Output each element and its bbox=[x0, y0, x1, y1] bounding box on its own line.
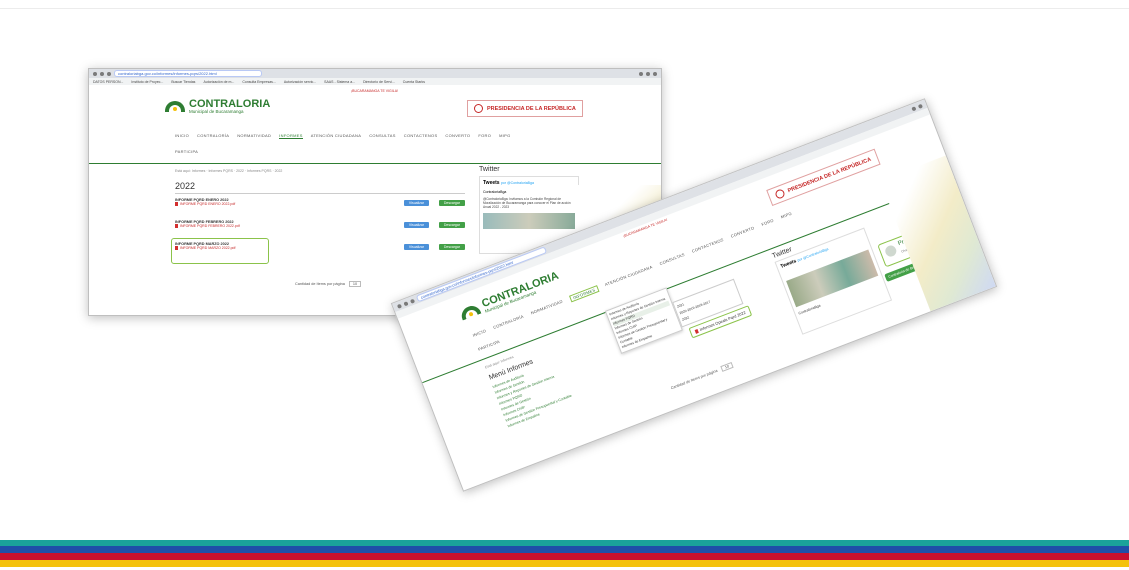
pager-select[interactable]: 10 bbox=[720, 361, 734, 372]
list-item: INFORME PQRD FEBRERO 2022 INFORME PQRD F… bbox=[175, 220, 465, 238]
pager-label: Cantidad de Items por página bbox=[670, 368, 719, 391]
twitter-title: Twitter bbox=[479, 166, 500, 173]
presidencia-banner[interactable]: PRESIDENCIA DE LA REPÚBLICA bbox=[467, 100, 583, 117]
nav-participa[interactable]: PARTICIPA bbox=[477, 339, 500, 352]
pager-select[interactable]: 10 bbox=[348, 281, 362, 287]
bookmark[interactable]: SAAS - Sistema a... bbox=[324, 80, 355, 84]
nav-contraloria[interactable]: CONTRALORÍA bbox=[197, 133, 229, 139]
tweets-label: Tweets bbox=[779, 258, 798, 270]
address-bar[interactable]: contraloriabga.gov.co/informes/informes-… bbox=[114, 70, 262, 77]
reload-icon[interactable] bbox=[409, 298, 415, 304]
nav-mipg[interactable]: MIPG bbox=[499, 133, 510, 139]
main-nav: INICIO CONTRALORÍA NORMATIVIDAD INFORMES… bbox=[175, 133, 661, 139]
top-separator bbox=[0, 8, 1129, 9]
bookmark[interactable]: Autorización de m... bbox=[203, 80, 234, 84]
logo-arc-icon bbox=[165, 101, 185, 112]
tweets-by-link[interactable]: por @ContraloriaBga bbox=[501, 181, 534, 185]
presidencia-seal-icon bbox=[474, 104, 483, 113]
pdf-icon bbox=[175, 202, 178, 207]
tweets-label: Tweets bbox=[483, 180, 500, 186]
stripe-yellow bbox=[0, 560, 1129, 567]
flag-stripes bbox=[0, 540, 1129, 567]
breadcrumb: Está aquí: Informes · Informes PQRS · 20… bbox=[175, 169, 283, 173]
stripe-blue bbox=[0, 546, 1129, 553]
extensions-icon[interactable] bbox=[639, 71, 643, 76]
logo-title: CONTRALORIA bbox=[189, 98, 271, 110]
site-header: CONTRALORIA Municipal de Bucaramanga ¡BU… bbox=[89, 85, 661, 133]
download-button[interactable]: Descargar bbox=[438, 222, 465, 228]
bookmark[interactable]: Directorio de Servi... bbox=[363, 80, 395, 84]
browser-menu-icon[interactable] bbox=[653, 71, 657, 76]
report-file-link[interactable]: INFORME PQRD FEBRERO 2022.pdf bbox=[180, 224, 240, 228]
list-item: INFORME PQRD ENERO 2022 INFORME PQRD ENE… bbox=[175, 198, 465, 216]
bookmark[interactable]: Buscar Tiendas bbox=[171, 80, 195, 84]
nav-contactenos[interactable]: CONTACTENOS bbox=[404, 133, 438, 139]
bookmark[interactable]: Cuenta Starks bbox=[403, 80, 425, 84]
twitter-widget: Twitter Tweets por @ContraloriaBga Contr… bbox=[771, 219, 893, 335]
presidencia-seal-icon bbox=[774, 188, 786, 200]
extensions-icon[interactable] bbox=[911, 105, 917, 111]
reload-icon[interactable] bbox=[107, 71, 111, 76]
forward-icon[interactable] bbox=[403, 300, 409, 306]
nav-participa[interactable]: PARTICIPA bbox=[175, 149, 198, 154]
profile-icon[interactable] bbox=[646, 71, 650, 76]
pager-label: Cantidad de Items por página bbox=[295, 282, 345, 286]
bookmarks-bar: DATOS PERSON... Instituto de Proyec... B… bbox=[89, 78, 661, 85]
view-button[interactable]: Visualizar bbox=[403, 200, 429, 206]
year-divider bbox=[175, 193, 465, 194]
bookmark[interactable]: Instituto de Proyec... bbox=[131, 80, 163, 84]
tweet-image[interactable] bbox=[483, 213, 575, 229]
pager: Cantidad de Items por página 10 bbox=[670, 361, 734, 391]
agent-avatar bbox=[883, 243, 898, 259]
download-button[interactable]: Descargar bbox=[438, 244, 465, 250]
nav-atencion[interactable]: ATENCIÓN CIUDADANA bbox=[311, 133, 361, 139]
nav-normatividad[interactable]: NORMATIVIDAD bbox=[237, 133, 271, 139]
nav-inicio[interactable]: INICIO bbox=[175, 133, 189, 139]
browser-toolbar: contraloriabga.gov.co/informes/informes-… bbox=[89, 69, 661, 78]
contraloria-logo[interactable]: CONTRALORIA Municipal de Bucaramanga bbox=[165, 99, 270, 114]
stripe-red bbox=[0, 553, 1129, 560]
vigila-banner: ¡BUCARAMANGA TE VIGILA! bbox=[351, 89, 399, 93]
browser-menu-icon[interactable] bbox=[917, 103, 923, 109]
bookmark[interactable]: DATOS PERSON... bbox=[93, 80, 123, 84]
download-button[interactable]: Descargar bbox=[438, 200, 465, 206]
tweet-handle[interactable]: ContraloriaBga bbox=[483, 190, 575, 194]
logo-arc-icon bbox=[458, 303, 482, 321]
nav-foro[interactable]: FORO bbox=[478, 133, 491, 139]
nav-consultas[interactable]: CONSULTAS bbox=[369, 133, 396, 139]
nav-informes[interactable]: INFORMES bbox=[279, 133, 303, 139]
presidencia-label: PRESIDENCIA DE LA REPÚBLICA bbox=[487, 105, 576, 112]
pdf-icon bbox=[694, 328, 699, 334]
highlight-box bbox=[171, 238, 269, 264]
forward-icon[interactable] bbox=[100, 71, 104, 76]
view-button[interactable]: Visualizar bbox=[403, 244, 429, 250]
back-icon[interactable] bbox=[93, 71, 97, 76]
nav-converto[interactable]: CONVERTO bbox=[445, 133, 470, 139]
bookmark[interactable]: Consulta Empresas... bbox=[242, 80, 275, 84]
pdf-icon bbox=[175, 224, 178, 229]
side-menu: Menú Informes Informes de Auditoría Info… bbox=[488, 343, 593, 429]
back-icon[interactable] bbox=[396, 303, 402, 309]
tweet-text: @ContraloriaBga: Invitamos a la Comisión… bbox=[483, 197, 571, 209]
bookmark[interactable]: Autorización servic... bbox=[284, 80, 316, 84]
main-nav-row2: PARTICIPA bbox=[175, 149, 661, 154]
view-button[interactable]: Visualizar bbox=[403, 222, 429, 228]
report-file-link[interactable]: INFORME PQRD ENERO 2022.pdf bbox=[180, 202, 235, 206]
list-item: INFORME PQRD MARZO 2022 INFORME PQRD MAR… bbox=[171, 238, 465, 264]
